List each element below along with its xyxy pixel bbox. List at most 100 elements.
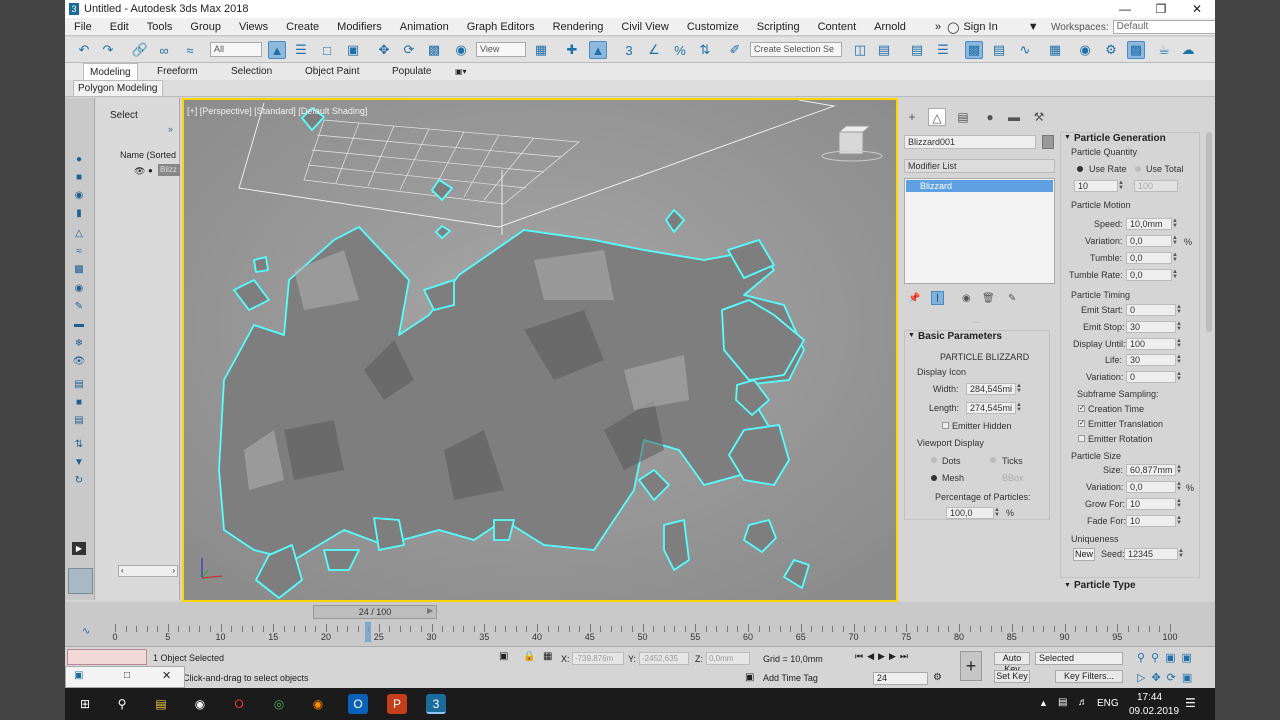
bones-icon[interactable]: ◉: [72, 282, 86, 295]
creation-time-checkbox[interactable]: ✓: [1078, 405, 1085, 412]
list-icon[interactable]: ▤: [72, 414, 86, 427]
motion-tab-icon[interactable]: ●: [981, 108, 999, 126]
scene-explorer-icon[interactable]: ▤: [908, 41, 926, 59]
menu-more-icon[interactable]: »: [935, 21, 941, 33]
viewport-thumbnail[interactable]: [68, 568, 93, 594]
tumble-rate-spinner[interactable]: ▲ ▼: [1172, 269, 1178, 280]
chrome-icon[interactable]: ◎: [269, 694, 289, 714]
life-spinner[interactable]: ▲ ▼: [1176, 354, 1182, 365]
current-frame-field[interactable]: 24: [873, 672, 928, 685]
layer-icon[interactable]: ▤: [72, 378, 86, 391]
menu-edit[interactable]: Edit: [101, 18, 138, 36]
play-panel-icon[interactable]: ▶: [72, 542, 86, 555]
panel-scrollbar[interactable]: [1206, 132, 1212, 332]
sign-in-button[interactable]: Sign In: [963, 21, 997, 33]
layer-explorer-icon[interactable]: ☰: [934, 41, 952, 59]
reference-coord-dropdown[interactable]: View: [476, 42, 526, 57]
media-player-icon[interactable]: ◉: [190, 694, 210, 714]
frozen-icon[interactable]: ❄: [72, 337, 86, 350]
groups-icon[interactable]: ▬: [72, 318, 86, 331]
pan-controls-icon[interactable]: ▷✥⟳▣: [1137, 671, 1198, 684]
transform-mode-icon[interactable]: ▦: [543, 651, 552, 662]
new-seed-button[interactable]: New: [1073, 548, 1095, 561]
space-warps-icon[interactable]: ≈: [72, 245, 86, 258]
tab-selection[interactable]: Selection: [231, 63, 272, 80]
speed-variation-spinner[interactable]: ▲ ▼: [1172, 235, 1178, 246]
time-config-icon[interactable]: ⚙: [933, 672, 942, 683]
viewport-label[interactable]: [+] [Perspective] [Standard] [Default Sh…: [187, 106, 367, 116]
collapse-type-icon[interactable]: ▼: [1064, 582, 1071, 589]
sort-icon[interactable]: ⇅: [72, 438, 86, 451]
key-mode-dropdown[interactable]: Selected: [1035, 652, 1123, 665]
emit-start-field[interactable]: 0: [1126, 304, 1176, 316]
pivot-icon[interactable]: ▦: [532, 41, 550, 59]
name-column-header[interactable]: Name (Sorted A: [120, 150, 178, 160]
filter-icon[interactable]: ▼: [72, 456, 86, 469]
opera-icon[interactable]: O: [229, 694, 249, 714]
link-icon[interactable]: 🔗: [131, 41, 149, 59]
menu-animation[interactable]: Animation: [391, 18, 458, 36]
show-end-result-icon[interactable]: |: [931, 291, 944, 305]
firefox-icon[interactable]: ◉: [308, 694, 328, 714]
tab-modeling[interactable]: Modeling: [83, 63, 138, 81]
size-spinner[interactable]: ▲ ▼: [1176, 464, 1182, 475]
grow-for-field[interactable]: 10: [1126, 498, 1176, 510]
current-frame-marker[interactable]: [365, 622, 372, 642]
minimized-window[interactable]: ▣ □ ✕: [65, 666, 185, 688]
x-coordinate-field[interactable]: -739,876m: [572, 652, 624, 665]
menu-arnold[interactable]: Arnold: [865, 18, 915, 36]
select-manipulate-icon[interactable]: ✚: [563, 41, 581, 59]
menu-content[interactable]: Content: [809, 18, 866, 36]
percentage-field[interactable]: 100,0: [946, 507, 994, 519]
ticks-radio[interactable]: [990, 457, 996, 463]
display-tab-icon[interactable]: ▬: [1005, 108, 1023, 126]
add-time-tag[interactable]: Add Time Tag: [763, 673, 818, 683]
particle-type-header[interactable]: Particle Type: [1074, 580, 1136, 591]
cameras-icon[interactable]: ▮: [72, 207, 86, 220]
lights-icon[interactable]: ◉: [72, 189, 86, 202]
display-icon[interactable]: ●: [72, 153, 86, 166]
ribbon-options-icon[interactable]: ▣▾: [455, 63, 467, 80]
display-until-spinner[interactable]: ▲ ▼: [1176, 338, 1182, 349]
time-slider[interactable]: 24 / 100: [313, 605, 437, 619]
percentage-spinner[interactable]: ▲ ▼: [994, 507, 1000, 518]
network-icon[interactable]: ▤: [1058, 697, 1067, 708]
size-field[interactable]: 60,877mm: [1126, 464, 1176, 476]
object-color-swatch[interactable]: [1042, 135, 1054, 149]
speed-field[interactable]: 10,0mm: [1126, 218, 1172, 230]
menu-file[interactable]: File: [65, 18, 101, 36]
toggle-ribbon-icon[interactable]: ▩: [965, 41, 983, 59]
tab-populate[interactable]: Populate: [392, 63, 431, 80]
menu-customize[interactable]: Customize: [678, 18, 748, 36]
menu-views[interactable]: Views: [230, 18, 277, 36]
select-by-name-icon[interactable]: ☰: [292, 41, 310, 59]
windows-start-icon[interactable]: ⊞: [75, 694, 95, 714]
configure-sets-icon[interactable]: ✎: [1008, 293, 1016, 304]
width-spinner[interactable]: ▲ ▼: [1016, 383, 1022, 394]
restore-button[interactable]: ❐: [1143, 0, 1179, 18]
selection-filter-dropdown[interactable]: All: [210, 42, 262, 57]
pin-stack-icon[interactable]: 📌: [908, 293, 920, 304]
menu-tools[interactable]: Tools: [138, 18, 182, 36]
seed-spinner[interactable]: ▲ ▼: [1178, 548, 1184, 559]
size-variation-field[interactable]: 0,0: [1126, 481, 1176, 493]
tab-freeform[interactable]: Freeform: [157, 63, 198, 80]
workspaces-dropdown[interactable]: Default: [1112, 20, 1215, 34]
stack-item-blizzard[interactable]: Blizzard: [906, 180, 1053, 192]
container-icon[interactable]: ■: [72, 396, 86, 409]
life-variation-field[interactable]: 0: [1126, 371, 1176, 383]
mini-close-icon[interactable]: ✕: [162, 669, 171, 682]
menu-create[interactable]: Create: [277, 18, 328, 36]
use-total-radio[interactable]: [1135, 166, 1141, 172]
redo-icon[interactable]: ↷: [99, 41, 117, 59]
seed-field[interactable]: 12345: [1124, 548, 1178, 560]
angle-snap-icon[interactable]: ∠: [645, 41, 663, 59]
menu-modifiers[interactable]: Modifiers: [328, 18, 391, 36]
fade-for-field[interactable]: 10: [1126, 515, 1176, 527]
emitter-translation-checkbox[interactable]: ✓: [1078, 420, 1085, 427]
scene-item-blizzard[interactable]: Blizz: [158, 164, 180, 176]
width-field[interactable]: 284,545mi: [966, 383, 1016, 395]
move-icon[interactable]: ✥: [375, 41, 393, 59]
remove-modifier-icon[interactable]: 🗑: [982, 293, 995, 304]
menu-civil-view[interactable]: Civil View: [612, 18, 677, 36]
